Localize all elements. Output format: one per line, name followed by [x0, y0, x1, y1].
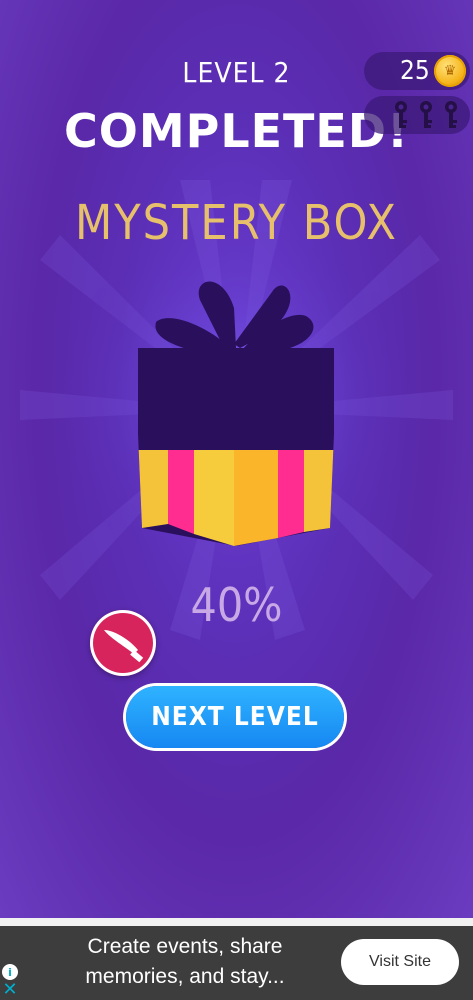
- close-icon[interactable]: ✕: [2, 981, 18, 999]
- progress-percent: 40%: [190, 578, 283, 632]
- crown-coin-icon: ♛: [434, 55, 466, 87]
- key-icon: [395, 101, 407, 128]
- visit-site-button[interactable]: Visit Site: [341, 939, 459, 985]
- mystery-box-title: MYSTERY BOX: [75, 195, 398, 251]
- ad-text-line1: Create events, share: [87, 935, 283, 958]
- ad-text-line2: memories, and stay...: [85, 965, 285, 988]
- game-screen: LEVEL 2 COMPLETED! 25 ♛ MYSTERY BOX 40% …: [0, 0, 473, 918]
- ad-banner[interactable]: Create events, share memories, and stay.…: [0, 926, 473, 1000]
- info-icon[interactable]: i: [2, 964, 18, 980]
- coin-count: 25: [400, 56, 430, 86]
- key-icon: [420, 101, 432, 128]
- next-level-button[interactable]: NEXT LEVEL: [126, 686, 344, 748]
- key-icon: [445, 101, 457, 128]
- gift-box-icon: [138, 281, 334, 546]
- ad-text: Create events, share memories, and stay.…: [50, 932, 320, 992]
- ad-separator: [0, 918, 473, 926]
- knife-icon: [104, 630, 144, 663]
- knife-reward-badge[interactable]: [90, 610, 156, 676]
